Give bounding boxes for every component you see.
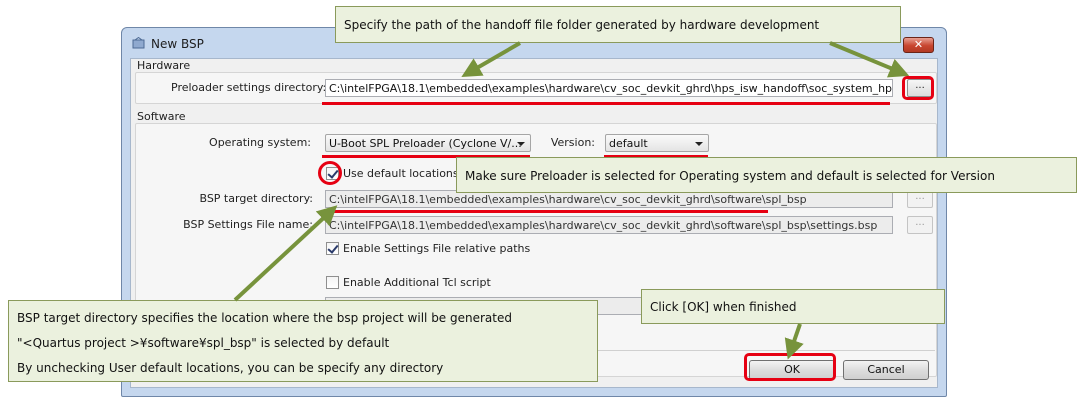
- preloader-callout: Make sure Preloader is selected for Oper…: [456, 157, 1077, 193]
- preloader-browse-highlight: [902, 76, 934, 100]
- handoff-callout-text: Specify the path of the handoff file fol…: [344, 18, 820, 32]
- close-icon: ✕: [913, 38, 924, 51]
- handoff-callout: Specify the path of the handoff file fol…: [335, 6, 901, 43]
- ok-callout: Click [OK] when finished: [641, 289, 945, 324]
- chevron-down-icon: [695, 142, 703, 146]
- ok-button-highlight: [744, 353, 836, 381]
- bsp-icon: [132, 37, 145, 49]
- bsp-callout-line-1: BSP target directory specifies the locat…: [17, 311, 512, 325]
- window-title: New BSP: [151, 37, 204, 51]
- annotated-screenshot: New BSP ✕ Hardware Preloader settings di…: [0, 0, 1083, 405]
- preloader-callout-text: Make sure Preloader is selected for Oper…: [465, 169, 995, 183]
- relative-paths-label: Enable Settings File relative paths: [343, 242, 531, 255]
- use-default-locations-highlight: [318, 161, 342, 185]
- bsp-target-callout: BSP target directory specifies the locat…: [8, 300, 598, 382]
- version-value: default: [609, 137, 648, 150]
- cancel-button[interactable]: Cancel: [843, 360, 929, 380]
- bsp-target-directory-label: BSP target directory:: [199, 192, 313, 205]
- bsp-settings-browse-button[interactable]: ...: [907, 216, 933, 234]
- use-default-locations-label: Use default locations: [343, 167, 459, 180]
- bsp-settings-file-label: BSP Settings File name:: [183, 218, 313, 231]
- version-select[interactable]: default: [605, 134, 709, 152]
- bsp-callout-line-3: By unchecking User default locations, yo…: [17, 361, 444, 375]
- preloader-settings-label: Preloader settings directory:: [171, 81, 327, 94]
- preloader-settings-input[interactable]: C:\intelFPGA\18.1\embedded\examples\hard…: [325, 79, 893, 97]
- bsp-callout-line-2: "<Quartus project >¥software¥spl_bsp" is…: [17, 336, 390, 350]
- bsp-target-underline: [322, 210, 768, 213]
- version-label: Version:: [550, 136, 595, 149]
- relative-paths-checkbox[interactable]: [326, 242, 339, 255]
- operating-system-value: U-Boot SPL Preloader (Cyclone V/...: [329, 137, 522, 150]
- operating-system-label: Operating system:: [209, 136, 311, 149]
- additional-tcl-label: Enable Additional Tcl script: [343, 276, 491, 289]
- ok-callout-text: Click [OK] when finished: [650, 300, 797, 314]
- chevron-down-icon: [517, 142, 525, 146]
- preloader-path-underline: [322, 102, 890, 105]
- close-button[interactable]: ✕: [903, 37, 934, 53]
- hardware-section-label: Hardware: [137, 59, 191, 72]
- software-section-label: Software: [137, 110, 186, 123]
- bsp-settings-file-input[interactable]: C:\intelFPGA\18.1\embedded\examples\hard…: [325, 216, 893, 234]
- operating-system-select[interactable]: U-Boot SPL Preloader (Cyclone V/...: [325, 134, 531, 152]
- additional-tcl-checkbox[interactable]: [326, 276, 339, 289]
